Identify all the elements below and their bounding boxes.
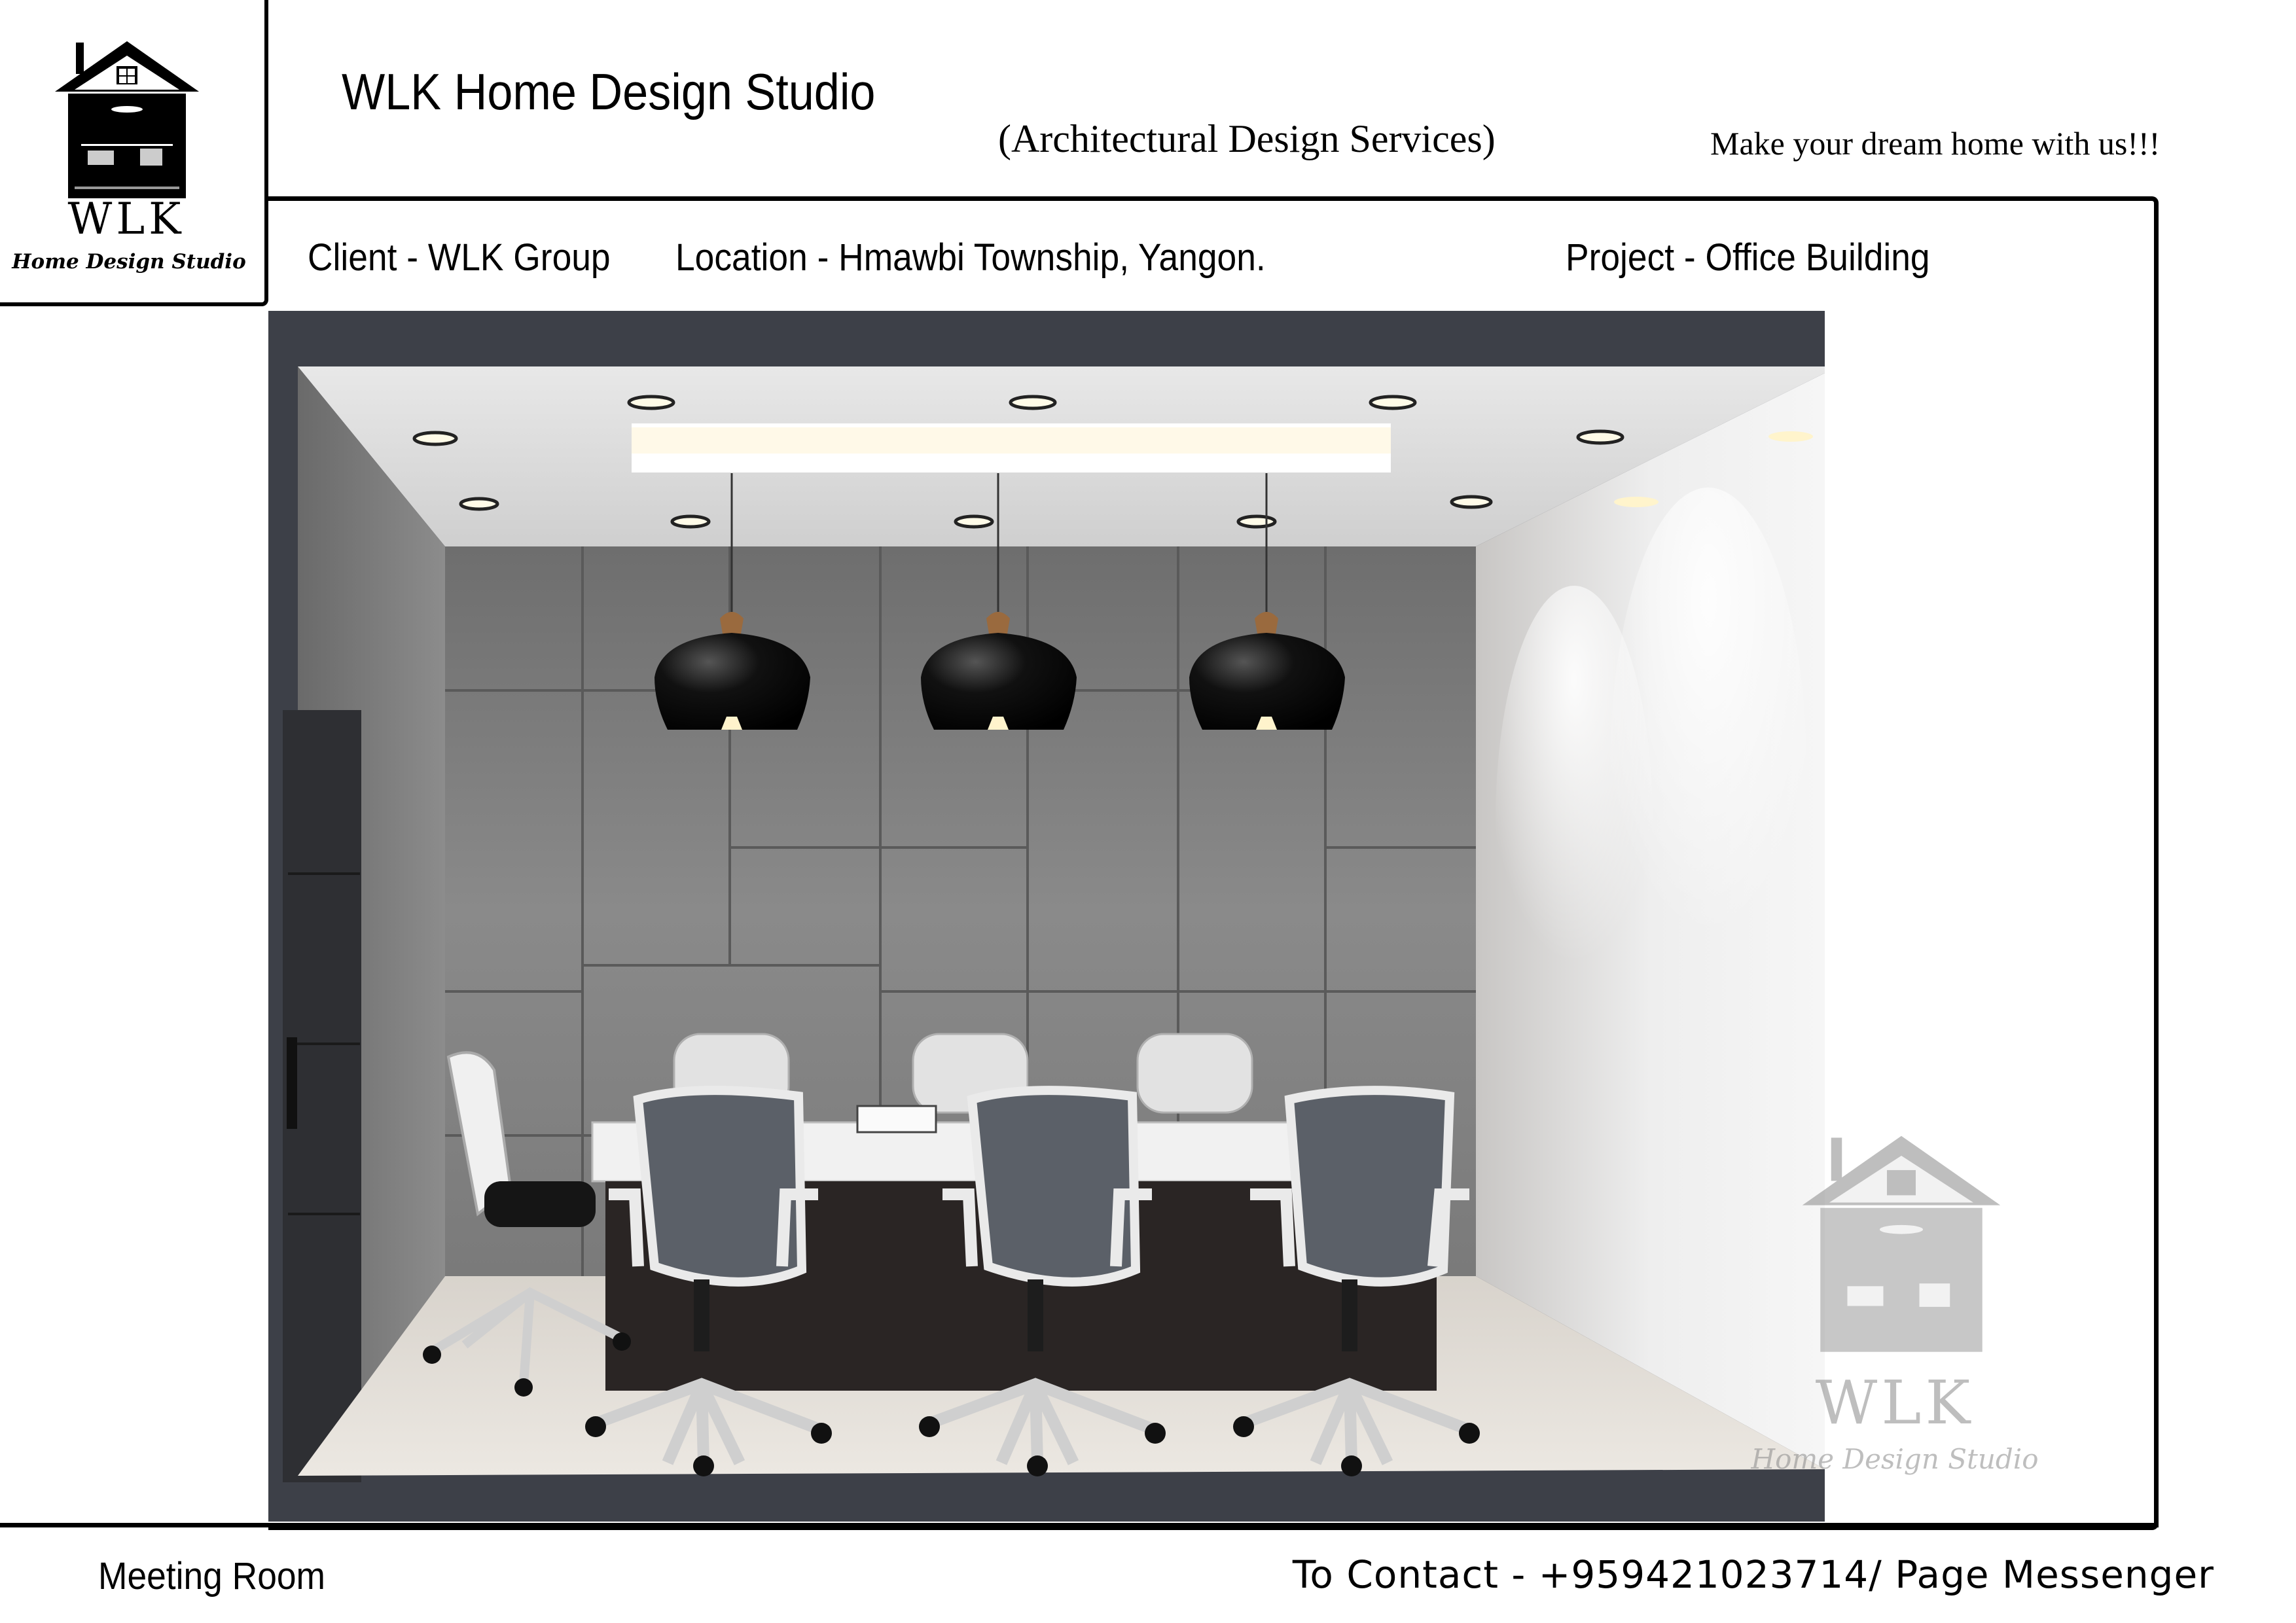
client-label: Client - WLK Group xyxy=(308,236,611,279)
tagline: Make your dream home with us!!! xyxy=(1710,125,2161,162)
logo-box: WLK Home Design Studio xyxy=(0,0,268,306)
meeting-room-render xyxy=(268,311,1825,1522)
logo-subtitle: Home Design Studio xyxy=(12,250,246,274)
studio-title: WLK Home Design Studio xyxy=(342,63,876,120)
contact-info: To Contact - +959421023714/ Page Messeng… xyxy=(1292,1552,2214,1597)
house-icon xyxy=(55,41,199,198)
footer-divider xyxy=(0,1523,2159,1527)
watermark-subtitle: Home Design Studio xyxy=(1751,1443,2039,1475)
house-icon xyxy=(1802,1135,2001,1352)
location-label: Location - Hmawbi Township, Yangon. xyxy=(675,236,1266,279)
logo-name: WLK xyxy=(67,194,185,244)
room-name: Meeting Room xyxy=(98,1555,325,1597)
project-label: Project - Office Building xyxy=(1566,236,1930,279)
watermark: WLK Home Design Studio xyxy=(1708,1126,2081,1492)
watermark-name: WLK xyxy=(1815,1368,1975,1438)
services-subtitle: (Architectural Design Services) xyxy=(998,117,1496,160)
